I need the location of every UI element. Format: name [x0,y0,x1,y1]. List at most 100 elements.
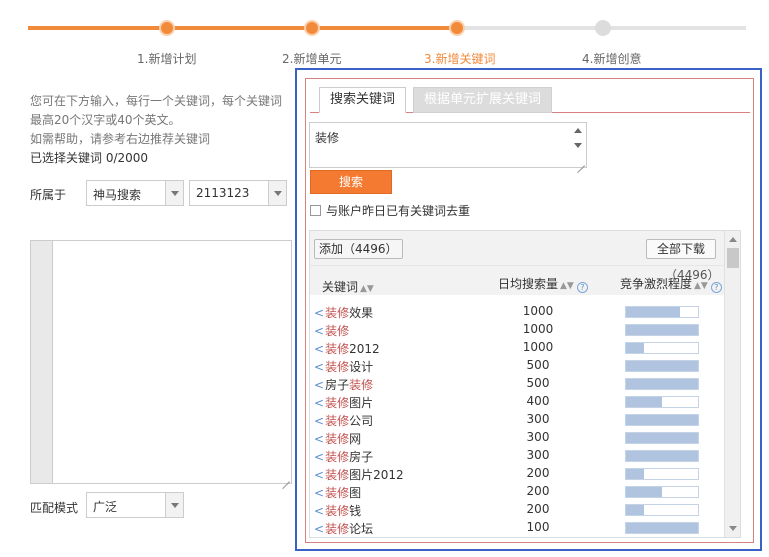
add-keyword-icon[interactable]: < [314,360,324,374]
column-keyword[interactable]: 关键词 ▲▼ [322,278,374,295]
keyword-cell[interactable]: <装修图片2012 [314,466,404,483]
keyword-highlight: 装修 [325,414,350,428]
chevron-down-icon[interactable] [165,181,183,205]
chevron-down-icon[interactable] [268,181,286,205]
competition-bar-fill [626,325,698,335]
progress-track-fill [28,26,458,30]
help-icon[interactable]: ? [710,282,722,293]
engine-select[interactable]: 神马搜索 [86,180,184,206]
dedupe-label: 与账户昨日已有关键词去重 [326,204,471,218]
daily-volume-cell: 1000 [522,340,554,354]
step-1-label: 1.新增计划 [137,52,197,66]
keyword-input-area[interactable] [30,240,292,484]
tab-search-keywords[interactable]: 搜索关键词 [319,87,407,113]
download-all-button[interactable]: 全部下载 [645,239,716,259]
add-keyword-icon[interactable]: < [314,432,324,446]
daily-volume-cell: 1000 [522,304,554,318]
dedupe-checkbox[interactable] [310,205,321,216]
keyword-row[interactable]: <房子装修 500 [310,374,724,392]
keyword-highlight: 装修 [325,324,350,338]
resize-handle-icon[interactable] [282,474,290,482]
add-all-button[interactable]: 添加（4496） [314,239,403,259]
competition-bar-fill [626,487,662,497]
daily-volume-cell: 200 [526,502,550,516]
keyword-suffix: 钱 [349,504,362,518]
scroll-up-icon[interactable] [574,128,582,133]
step-3-label: 3.新增关键词 [424,52,496,66]
add-keyword-icon[interactable]: < [314,468,324,482]
keyword-textarea[interactable] [54,241,291,483]
column-daily-volume[interactable]: 日均搜索量 ▲▼? [498,275,588,293]
keyword-row[interactable]: <装修效果 1000 [310,302,724,320]
keyword-row[interactable]: <装修 1000 [310,320,724,338]
keyword-row[interactable]: <装修钱 200 [310,500,724,518]
daily-volume-cell: 200 [526,466,550,480]
scroll-down-icon[interactable] [574,143,582,148]
keyword-cell[interactable]: <装修论坛 [314,520,373,537]
keyword-cell[interactable]: <装修图 [314,484,361,501]
keyword-row[interactable]: <装修图片 400 [310,392,724,410]
keyword-row[interactable]: <装修网 300 [310,428,724,446]
keyword-row[interactable]: <装修论坛 100 [310,518,724,536]
chevron-down-icon[interactable] [165,493,183,517]
keyword-row[interactable]: <装修2012 1000 [310,338,724,356]
results-scrollbar[interactable] [724,231,740,537]
keyword-row[interactable]: <装修房子 300 [310,446,724,464]
competition-bar [625,360,699,372]
keyword-cell[interactable]: <装修房子 [314,448,373,465]
add-keyword-icon[interactable]: < [314,324,324,338]
keyword-search-input[interactable]: 装修 [309,122,587,168]
keyword-suffix: 设计 [349,360,374,374]
scroll-down-icon[interactable] [729,526,737,531]
sort-icon[interactable]: ▲▼ [360,284,374,294]
search-button[interactable]: 搜索 [310,170,392,194]
input-instructions: 您可在下方输入，每行一个关键词，每个关键词 最高20个汉字或40个英文。 如需帮… [30,92,290,168]
daily-volume-cell: 200 [526,484,550,498]
dedupe-option[interactable]: 与账户昨日已有关键词去重 [310,202,470,219]
keyword-cell[interactable]: <房子装修 [314,376,373,393]
sort-icon[interactable]: ▲▼ [560,281,574,291]
add-keyword-icon[interactable]: < [314,486,324,500]
unit-select[interactable]: 2113123 [189,180,287,206]
keyword-cell[interactable]: <装修设计 [314,358,373,375]
sort-icon[interactable]: ▲▼ [694,281,708,291]
add-keyword-icon[interactable]: < [314,414,324,428]
column-competition[interactable]: 竞争激烈程度 ▲▼? [620,275,722,293]
add-keyword-icon[interactable]: < [314,450,324,464]
add-keyword-icon[interactable]: < [314,378,324,392]
scroll-up-icon[interactable] [729,237,737,242]
add-keyword-icon[interactable]: < [314,522,324,536]
scroll-thumb[interactable] [727,248,739,268]
keyword-suffix: 公司 [349,414,374,428]
keyword-row[interactable]: <装修图 200 [310,482,724,500]
keyword-row[interactable]: <装修图片2012 200 [310,464,724,482]
add-keyword-icon[interactable]: < [314,342,324,356]
keyword-cell[interactable]: <装修图片 [314,394,373,411]
resize-handle-icon[interactable] [577,158,585,166]
tab-expand-by-unit[interactable]: 根据单元扩展关键词 [413,87,553,113]
competition-bar [625,504,699,516]
keyword-highlight: 装修 [325,360,350,374]
keyword-cell[interactable]: <装修网 [314,430,361,447]
match-mode-select[interactable]: 广泛 [86,492,184,518]
keyword-highlight: 装修 [349,378,374,392]
competition-bar [625,396,699,408]
step-3-dot [449,20,465,36]
add-keyword-icon[interactable]: < [314,396,324,410]
help-line-3: 如需帮助，请参考右边推荐关键词 [30,132,211,146]
keyword-cell[interactable]: <装修 [314,322,349,339]
keyword-cell[interactable]: <装修钱 [314,502,361,519]
add-keyword-icon[interactable]: < [314,306,324,320]
keyword-cell[interactable]: <装修效果 [314,304,373,321]
keyword-row[interactable]: <装修设计 500 [310,356,724,374]
keyword-cell[interactable]: <装修公司 [314,412,373,429]
keyword-suffix: 论坛 [349,522,374,536]
keyword-cell[interactable]: <装修2012 [314,340,380,357]
add-keyword-icon[interactable]: < [314,504,324,518]
competition-bar [625,522,699,534]
step-progress [28,20,748,36]
keyword-row[interactable]: <装修公司 300 [310,410,724,428]
column-keyword-label: 关键词 [322,280,359,294]
daily-volume-cell: 300 [526,412,550,426]
help-icon[interactable]: ? [576,282,588,293]
